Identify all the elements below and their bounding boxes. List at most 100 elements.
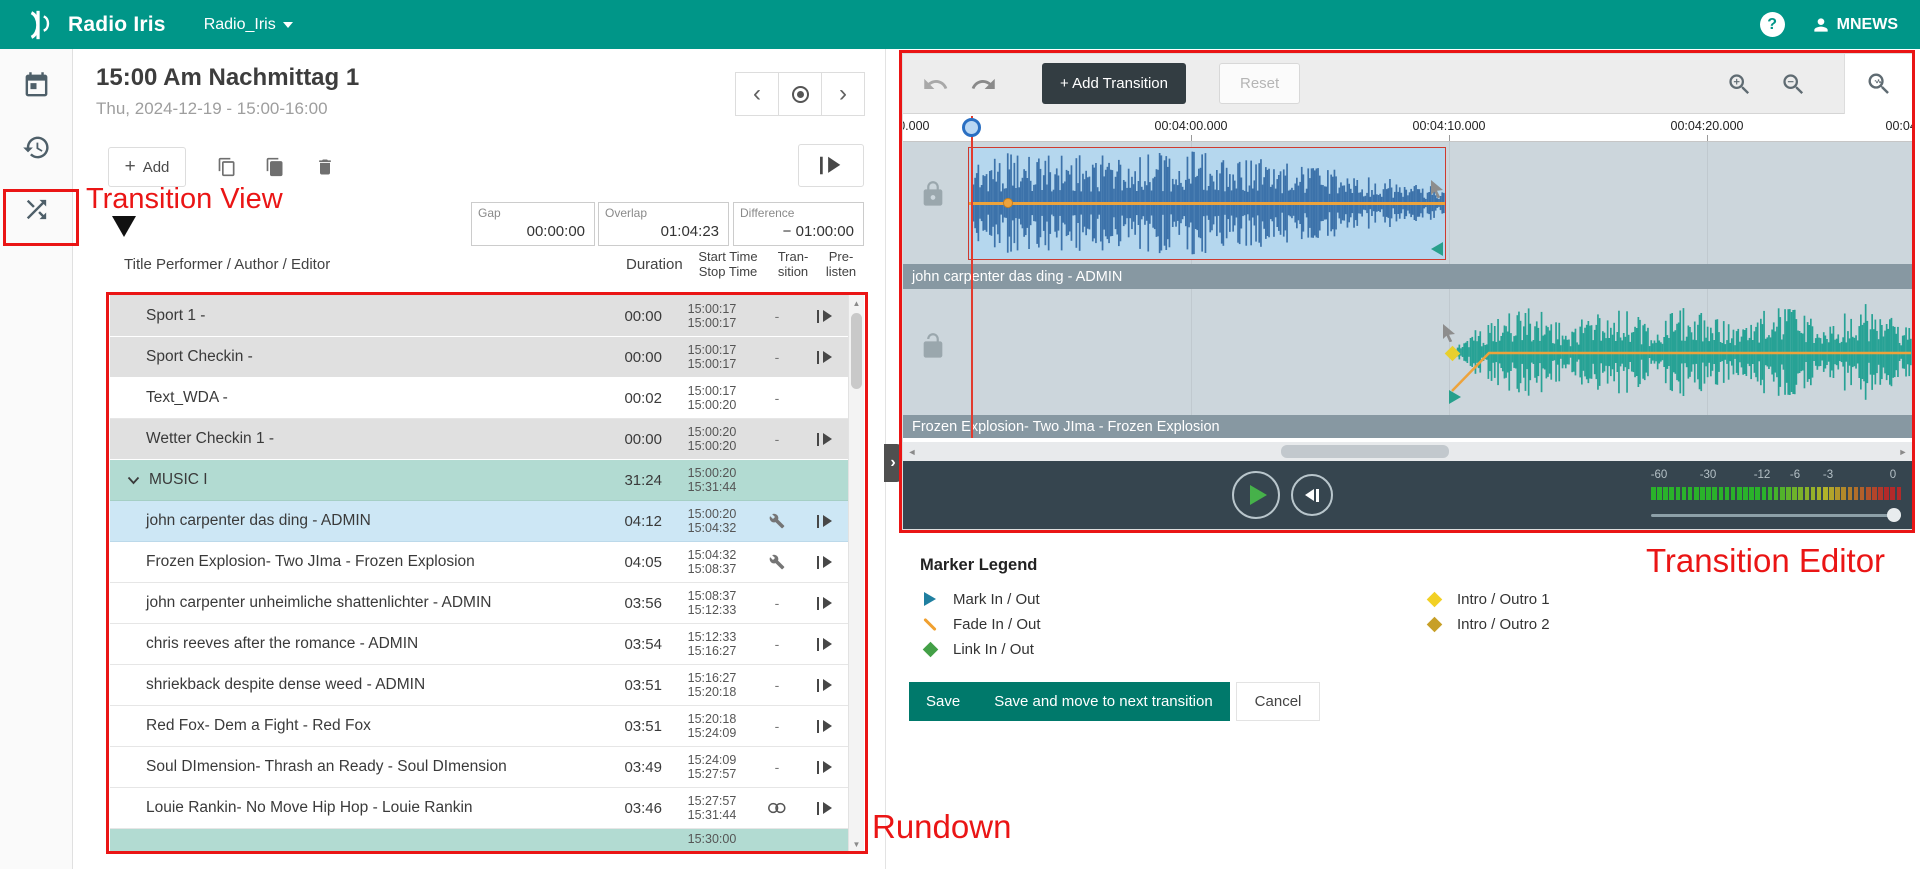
row-prelisten[interactable]: [802, 596, 848, 611]
sidebar-item-history[interactable]: [11, 125, 61, 169]
duplicate-button[interactable]: [254, 147, 296, 187]
table-row[interactable]: 15:30:00: [110, 829, 864, 851]
mark-out-marker[interactable]: [1431, 242, 1443, 256]
row-transition[interactable]: -: [752, 759, 802, 775]
table-row[interactable]: shriekback despite dense weed - ADMIN 03…: [110, 665, 864, 706]
row-transition[interactable]: -: [752, 431, 802, 447]
wrench-icon[interactable]: [769, 513, 785, 529]
table-row[interactable]: Sport Checkin - 00:00 15:00:17 15:00:17 …: [110, 337, 864, 378]
table-row[interactable]: MUSIC I 31:24 15:00:20 15:31:44: [110, 460, 864, 501]
prelisten-icon[interactable]: [817, 350, 834, 365]
play-button[interactable]: [1232, 471, 1280, 519]
table-row[interactable]: john carpenter das ding - ADMIN 04:12 15…: [110, 501, 864, 542]
undo-button[interactable]: [917, 67, 953, 101]
table-row[interactable]: Sport 1 - 00:00 15:00:17 15:00:17 -: [110, 296, 864, 337]
copy-button[interactable]: [206, 147, 248, 187]
row-transition[interactable]: -: [752, 677, 802, 693]
reset-button[interactable]: Reset: [1219, 63, 1300, 104]
cancel-button[interactable]: Cancel: [1236, 682, 1321, 721]
row-transition[interactable]: -: [752, 349, 802, 365]
selected-clip-region[interactable]: [968, 147, 1446, 260]
link-icon[interactable]: [766, 801, 789, 815]
zoom-out-button[interactable]: [1775, 67, 1811, 101]
playhead-handle[interactable]: [962, 118, 981, 137]
chevron-down-icon[interactable]: [127, 476, 140, 485]
row-prelisten[interactable]: [802, 432, 848, 447]
timeline-ruler[interactable]: 00:03:50.00000:04:00.00000:04:10.00000:0…: [903, 114, 1912, 142]
row-transition[interactable]: -: [752, 390, 802, 406]
prelisten-icon[interactable]: [817, 637, 834, 652]
table-row[interactable]: chris reeves after the romance - ADMIN 0…: [110, 624, 864, 665]
prelisten-icon[interactable]: [817, 555, 834, 570]
current-hour-button[interactable]: [778, 72, 822, 116]
timeline-scrollbar[interactable]: ◄ ►: [903, 442, 1912, 461]
prelisten-icon[interactable]: [817, 801, 834, 816]
save-next-button[interactable]: Save and move to next transition: [977, 682, 1229, 721]
row-prelisten[interactable]: [802, 350, 848, 365]
panel-collapse-handle[interactable]: ›: [884, 444, 902, 482]
row-prelisten[interactable]: [802, 678, 848, 693]
add-transition-button[interactable]: + Add Transition: [1042, 63, 1186, 104]
envelope-line-1[interactable]: [969, 202, 1445, 205]
scrollbar-thumb[interactable]: [851, 313, 862, 389]
lock-icon[interactable]: [919, 180, 947, 208]
mark-in-marker[interactable]: [1449, 390, 1461, 404]
next-hour-button[interactable]: ›: [821, 72, 865, 116]
fade-handle-2[interactable]: [1439, 322, 1459, 342]
volume-slider[interactable]: [1651, 514, 1901, 517]
skip-to-start-button[interactable]: [1291, 474, 1333, 516]
row-prelisten[interactable]: [802, 637, 848, 652]
row-transition[interactable]: [752, 801, 802, 815]
prelisten-icon[interactable]: [817, 760, 834, 775]
table-row[interactable]: Soul DImension- Thrash an Ready - Soul D…: [110, 747, 864, 788]
row-prelisten[interactable]: [802, 760, 848, 775]
table-row[interactable]: Red Fox- Dem a Fight - Red Fox 03:51 15:…: [110, 706, 864, 747]
playout-button[interactable]: [798, 144, 864, 187]
table-row[interactable]: Wetter Checkin 1 - 00:00 15:00:20 15:00:…: [110, 419, 864, 460]
scroll-down-icon[interactable]: ▼: [849, 836, 864, 852]
scroll-right-icon[interactable]: ►: [1894, 442, 1912, 461]
prelisten-icon[interactable]: [817, 719, 834, 734]
scroll-up-icon[interactable]: ▲: [849, 295, 864, 311]
table-row[interactable]: Louie Rankin- No Move Hip Hop - Louie Ra…: [110, 788, 864, 829]
sidebar-item-transition-view[interactable]: [11, 187, 61, 231]
row-prelisten[interactable]: [802, 555, 848, 570]
table-row[interactable]: Frozen Explosion- Two JIma - Frozen Expl…: [110, 542, 864, 583]
table-row[interactable]: Text_WDA - 00:02 15:00:17 15:00:20 -: [110, 378, 864, 419]
table-row[interactable]: john carpenter unheimliche shattenlichte…: [110, 583, 864, 624]
wrench-icon[interactable]: [769, 554, 785, 570]
row-prelisten[interactable]: [802, 719, 848, 734]
timeline-scrollbar-thumb[interactable]: [1281, 445, 1449, 458]
envelope-node[interactable]: [1003, 198, 1013, 208]
volume-slider-knob[interactable]: [1887, 508, 1901, 522]
sidebar-item-calendar[interactable]: [11, 63, 61, 107]
help-button[interactable]: ?: [1760, 12, 1785, 37]
row-transition[interactable]: -: [752, 718, 802, 734]
prelisten-icon[interactable]: [817, 514, 834, 529]
row-transition[interactable]: [752, 554, 802, 570]
row-transition[interactable]: -: [752, 308, 802, 324]
add-button[interactable]: + Add: [108, 147, 186, 187]
fade-handle-1[interactable]: [1427, 178, 1447, 198]
station-selector[interactable]: Radio_Iris: [204, 16, 293, 34]
row-prelisten[interactable]: [802, 801, 848, 816]
row-transition[interactable]: [752, 513, 802, 529]
prev-hour-button[interactable]: ‹: [735, 72, 779, 116]
user-menu[interactable]: MNEWS: [1811, 15, 1898, 35]
row-prelisten[interactable]: [802, 514, 848, 529]
prelisten-icon[interactable]: [817, 596, 834, 611]
redo-button[interactable]: [965, 67, 1001, 101]
table-scrollbar[interactable]: ▲ ▼: [848, 295, 864, 852]
scroll-left-icon[interactable]: ◄: [903, 442, 921, 461]
save-button[interactable]: Save: [909, 682, 977, 721]
row-transition[interactable]: -: [752, 595, 802, 611]
prelisten-icon[interactable]: [817, 309, 834, 324]
delete-button[interactable]: [304, 147, 346, 187]
prelisten-icon[interactable]: [817, 432, 834, 447]
row-start-time: 15:27:57: [672, 794, 752, 808]
row-prelisten[interactable]: [802, 309, 848, 324]
prelisten-icon[interactable]: [817, 678, 834, 693]
zoom-in-button[interactable]: [1721, 67, 1757, 101]
row-transition[interactable]: -: [752, 636, 802, 652]
zoom-fit-button[interactable]: [1844, 54, 1912, 114]
